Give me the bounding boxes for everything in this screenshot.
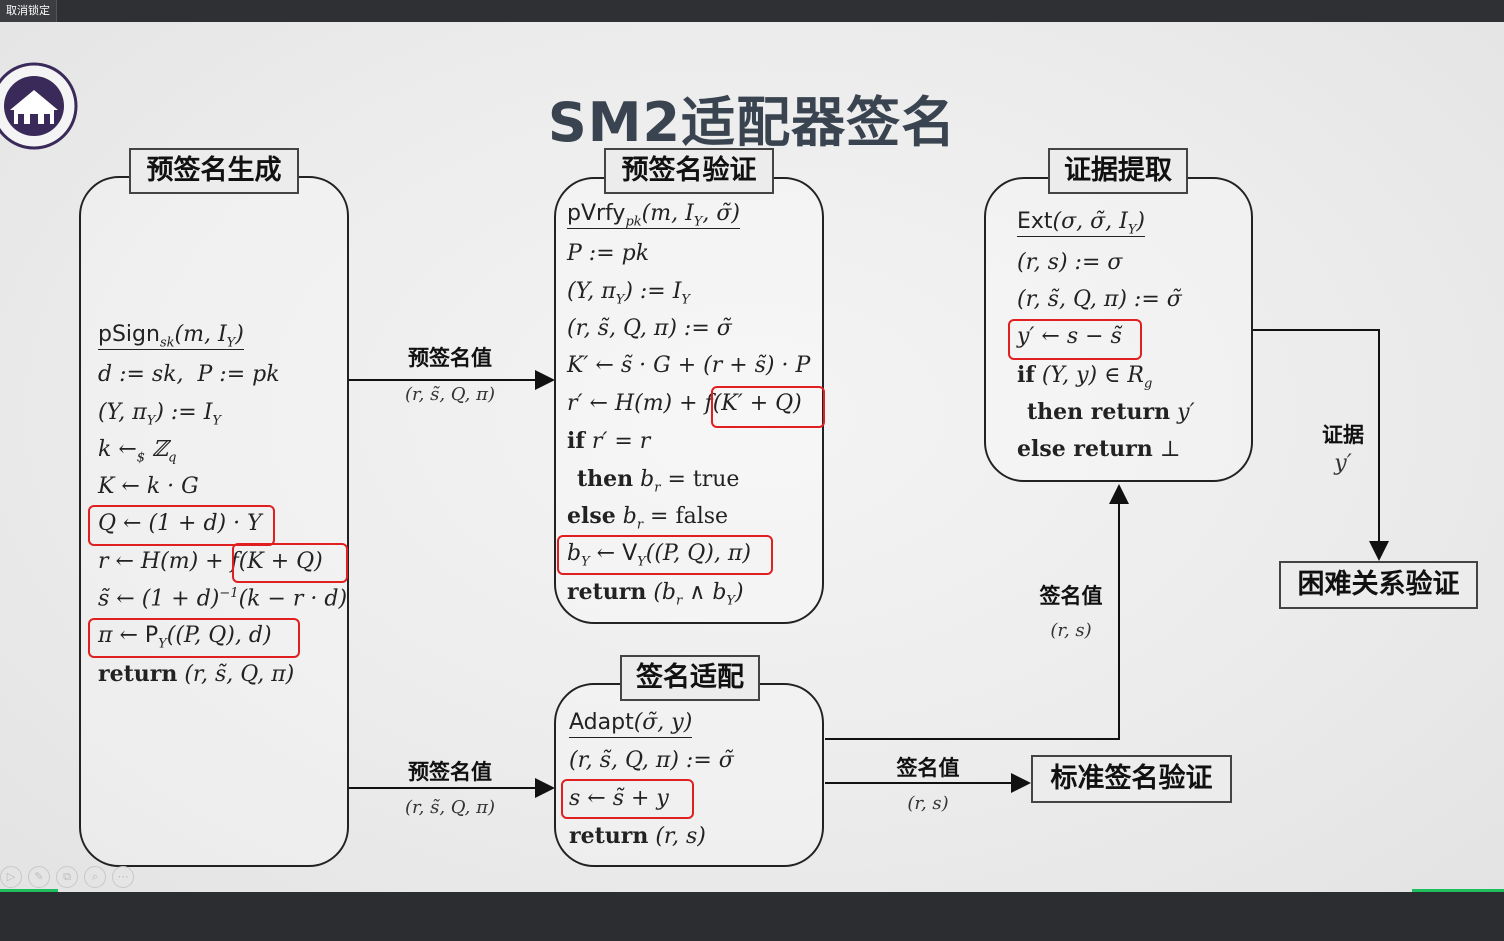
edge-sig-verify-value: (r, s) bbox=[907, 793, 949, 814]
highlight-pi bbox=[88, 618, 300, 658]
edge-witness-value: y′ bbox=[1334, 451, 1352, 476]
copy-icon[interactable]: ⧉ bbox=[56, 866, 78, 888]
edge-presig-top-value: (r, s̃, Q, π) bbox=[405, 384, 495, 405]
edge-sig-extract-value: (r, s) bbox=[1050, 620, 1092, 641]
bottom-right-accent bbox=[1412, 889, 1504, 892]
play-icon[interactable]: ▷ bbox=[0, 866, 22, 888]
highlight-y bbox=[1008, 319, 1142, 360]
edge-presig-bottom-value: (r, s̃, Q, π) bbox=[405, 797, 495, 818]
adapt-label: 签名适配 bbox=[620, 655, 760, 701]
more-icon[interactable]: ⋯ bbox=[112, 866, 134, 888]
zoom-icon[interactable]: ⌕ bbox=[84, 866, 106, 888]
hard-relation-verify-box: 困难关系验证 bbox=[1279, 561, 1478, 609]
pen-icon[interactable]: ✎ bbox=[28, 866, 50, 888]
highlight-by bbox=[557, 535, 773, 575]
highlight-s bbox=[561, 779, 694, 819]
extract-label: 证据提取 bbox=[1048, 148, 1188, 194]
preverify-label: 预签名验证 bbox=[604, 148, 774, 194]
edge-presig-bottom-label: 预签名值 bbox=[408, 760, 492, 784]
standard-verify-box: 标准签名验证 bbox=[1031, 755, 1232, 803]
presign-label: 预签名生成 bbox=[129, 148, 299, 194]
edge-witness-label: 证据 bbox=[1322, 423, 1364, 447]
highlight-f bbox=[232, 543, 348, 583]
bottom-bar bbox=[0, 892, 1504, 941]
edge-sig-extract-label: 签名值 bbox=[1039, 584, 1103, 608]
edge-sig-verify-label: 签名值 bbox=[896, 756, 960, 780]
highlight-q bbox=[88, 505, 275, 546]
bottom-left-accent bbox=[0, 889, 58, 892]
edge-presig-top-label: 预签名值 bbox=[408, 346, 492, 370]
highlight-fk bbox=[711, 386, 825, 428]
presentation-tools: ▷ ✎ ⧉ ⌕ ⋯ bbox=[0, 866, 134, 888]
